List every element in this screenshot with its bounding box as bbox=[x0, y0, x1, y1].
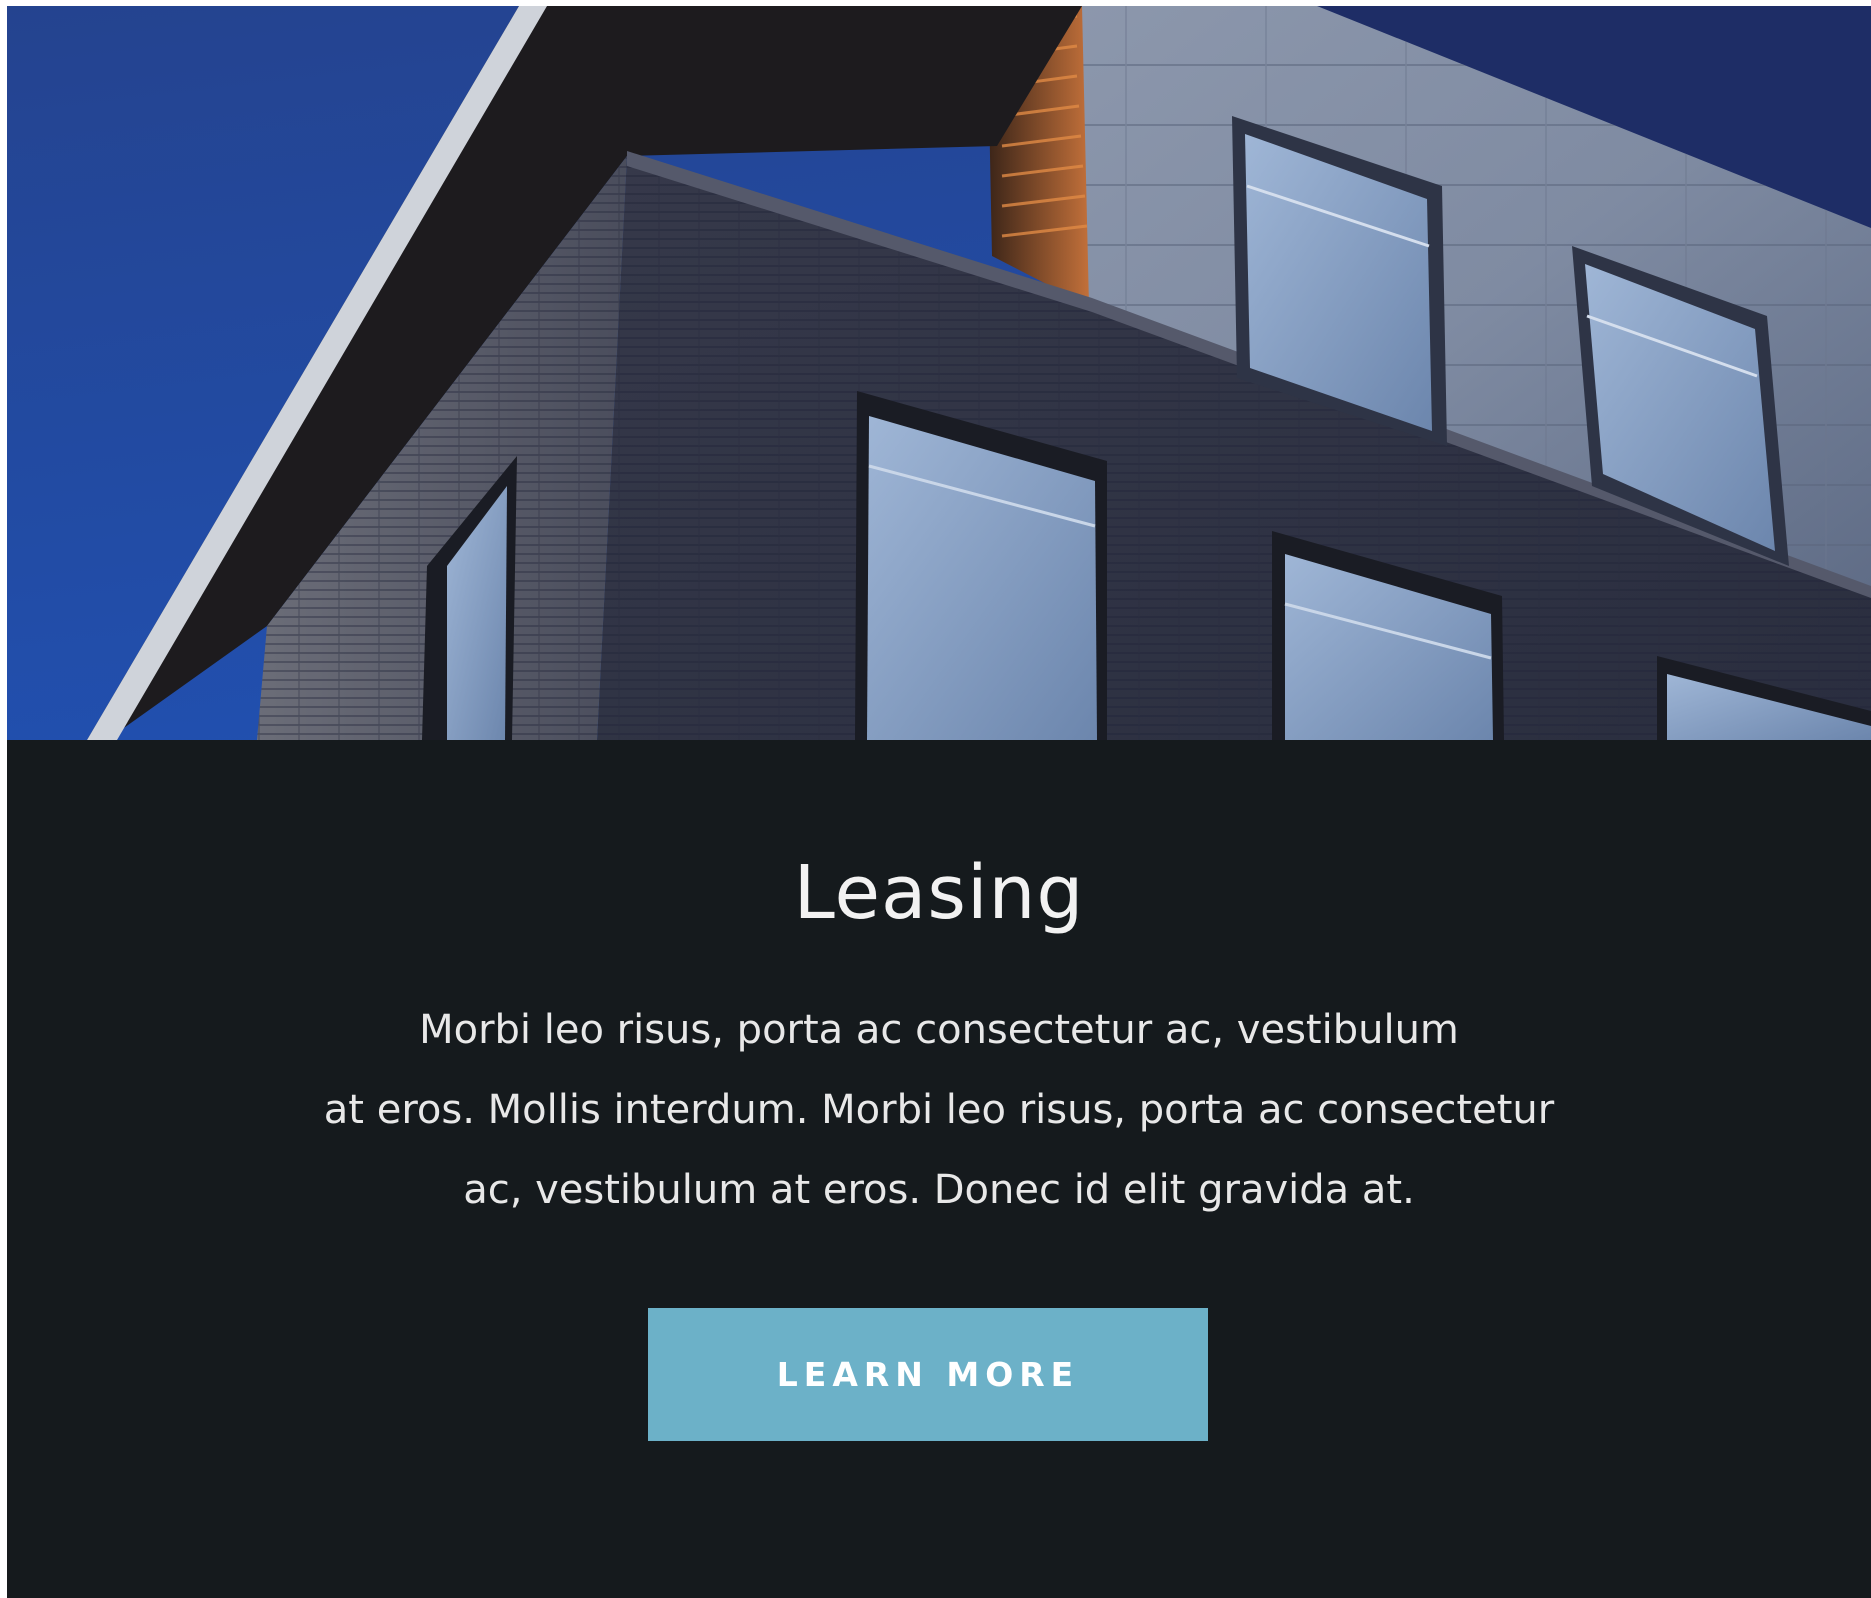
leasing-card: Leasing Morbi leo risus, porta ac consec… bbox=[7, 6, 1871, 1598]
description-line: Morbi leo risus, porta ac consectetur ac… bbox=[419, 1007, 1459, 1053]
section-description: Morbi leo risus, porta ac consectetur ac… bbox=[239, 990, 1639, 1230]
hero-image bbox=[7, 6, 1871, 740]
learn-more-button[interactable]: LEARN MORE bbox=[648, 1308, 1208, 1441]
description-line: at eros. Mollis interdum. Morbi leo risu… bbox=[323, 1087, 1555, 1133]
section-title: Leasing bbox=[793, 850, 1085, 936]
description-line: ac, vestibulum at eros. Donec id elit gr… bbox=[463, 1167, 1415, 1213]
content-panel: Leasing Morbi leo risus, porta ac consec… bbox=[7, 740, 1871, 1598]
building-photo bbox=[7, 6, 1871, 740]
